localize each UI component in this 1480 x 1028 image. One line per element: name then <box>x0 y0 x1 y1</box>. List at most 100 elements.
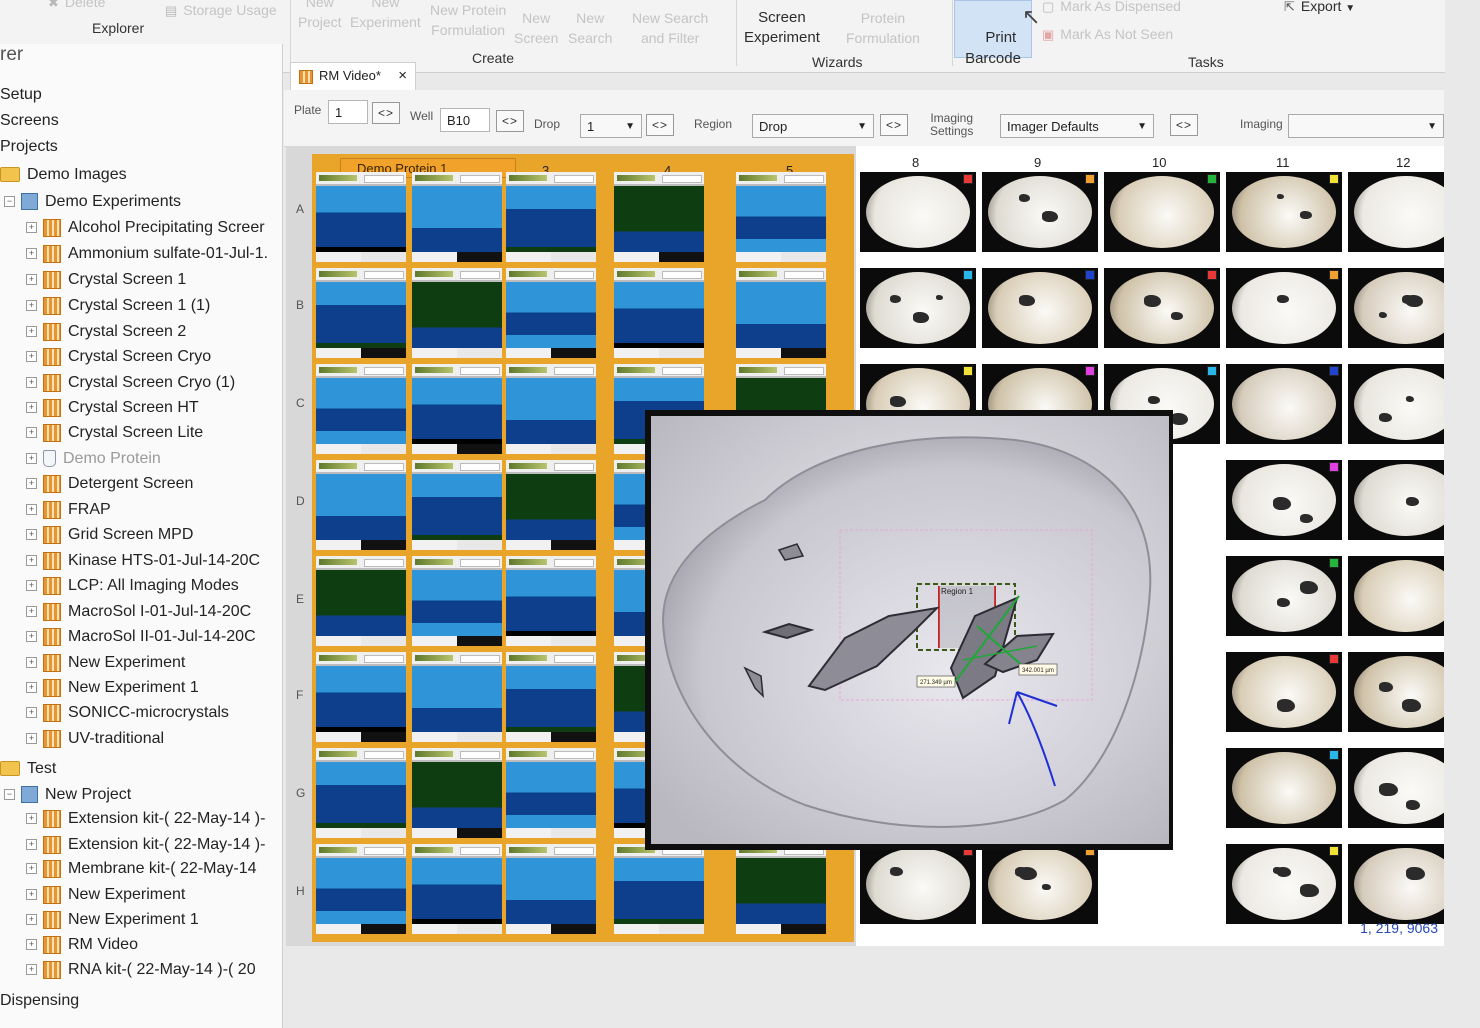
expand-toggle[interactable]: + <box>26 707 37 719</box>
tree-item-experiment[interactable]: + MacroSol II-01-Jul-14-20C <box>26 626 256 648</box>
mark-dispensed-button[interactable]: ▢ Mark As Dispensed <box>1042 0 1181 17</box>
expand-toggle[interactable]: + <box>26 402 37 414</box>
protein-formulation-button[interactable]: Protein Formulation <box>846 8 920 48</box>
expand-toggle[interactable]: + <box>26 504 37 516</box>
well-cell[interactable] <box>506 268 596 358</box>
drop-thumbnail[interactable] <box>1348 844 1444 924</box>
well-cell[interactable] <box>736 844 826 934</box>
imaging-select[interactable]: ▼ <box>1288 114 1444 138</box>
well-cell[interactable] <box>316 652 406 742</box>
well-cell[interactable] <box>316 172 406 262</box>
expand-toggle[interactable]: + <box>26 606 37 618</box>
tree-item-experiment[interactable]: + Grid Screen MPD <box>26 524 193 546</box>
tab-rm-video[interactable]: RM Video* × <box>290 62 416 91</box>
tree-item-protein[interactable]: + Demo Protein <box>26 448 161 470</box>
drop-thumbnail[interactable] <box>1348 556 1444 636</box>
expand-toggle[interactable]: + <box>26 813 37 825</box>
tree-item-test[interactable]: Test <box>0 758 56 780</box>
well-cell[interactable] <box>506 556 596 646</box>
expand-toggle[interactable]: + <box>26 631 37 643</box>
well-nav-buttons[interactable]: <> <box>496 110 524 132</box>
storage-usage-button[interactable]: ▤ Storage Usage <box>165 0 277 21</box>
region-nav-buttons[interactable]: <> <box>880 114 908 136</box>
new-protein-formulation-button[interactable]: New Protein Formulation <box>430 0 506 40</box>
expand-toggle[interactable]: + <box>26 863 37 875</box>
tree-item-experiment[interactable]: + Membrane kit-( 22-May-14 <box>26 858 257 880</box>
tree-item-experiment[interactable]: + FRAP <box>26 499 111 521</box>
tree-item-experiment[interactable]: + RNA kit-( 22-May-14 )-( 20 <box>26 959 256 981</box>
expand-toggle[interactable]: + <box>26 453 37 465</box>
expand-toggle[interactable]: + <box>26 657 37 669</box>
drop-thumbnail[interactable] <box>1226 364 1342 444</box>
well-cell[interactable] <box>506 652 596 742</box>
drop-thumbnail[interactable] <box>1348 652 1444 732</box>
tree-item-experiment[interactable]: + UV-traditional <box>26 728 164 750</box>
drop-thumbnail[interactable] <box>1226 460 1342 540</box>
drop-thumbnail[interactable] <box>1226 556 1342 636</box>
expand-toggle[interactable]: + <box>26 580 37 592</box>
close-icon[interactable]: × <box>398 63 407 89</box>
imaging-settings-select[interactable]: Imager Defaults ▼ <box>1000 114 1154 138</box>
well-cell[interactable] <box>506 364 596 454</box>
drop-thumbnail[interactable] <box>1104 172 1220 252</box>
tree-item-experiment[interactable]: + Crystal Screen Cryo (1) <box>26 372 235 394</box>
tree-item-experiment[interactable]: + Crystal Screen Lite <box>26 422 203 444</box>
tree-item-rm-video[interactable]: + RM Video <box>26 934 138 956</box>
drop-thumbnail[interactable] <box>982 172 1098 252</box>
tree-item-experiment[interactable]: + New Experiment <box>26 884 185 906</box>
well-cell[interactable] <box>506 172 596 262</box>
expand-toggle[interactable]: + <box>26 300 37 312</box>
expand-toggle[interactable]: + <box>26 326 37 338</box>
well-cell[interactable] <box>316 844 406 934</box>
expand-toggle[interactable]: + <box>26 427 37 439</box>
drop-thumbnail[interactable] <box>982 268 1098 348</box>
well-cell[interactable] <box>614 172 704 262</box>
region-select[interactable]: Drop ▼ <box>752 114 874 138</box>
well-cell[interactable] <box>412 172 502 262</box>
well-cell[interactable] <box>614 844 704 934</box>
well-cell[interactable] <box>614 268 704 358</box>
collapse-toggle[interactable]: − <box>4 196 15 208</box>
tree-item-demo-images[interactable]: Demo Images <box>0 164 127 186</box>
tree-item-experiment[interactable]: + New Experiment 1 <box>26 677 199 699</box>
expand-toggle[interactable]: + <box>26 274 37 286</box>
well-cell[interactable] <box>412 364 502 454</box>
tree-item-experiment[interactable]: + Crystal Screen Cryo <box>26 346 211 368</box>
tree-item-experiment[interactable]: + New Experiment <box>26 652 185 674</box>
delete-button[interactable]: ✖ Delete <box>48 0 105 13</box>
tree-item-experiment[interactable]: + Crystal Screen HT <box>26 397 199 419</box>
drop-thumbnail[interactable] <box>1348 172 1444 252</box>
new-experiment-button[interactable]: New Experiment <box>350 0 421 32</box>
drop-select[interactable]: 1 ▼ <box>580 114 642 138</box>
drop-thumbnail[interactable] <box>1226 172 1342 252</box>
expand-toggle[interactable]: + <box>26 889 37 901</box>
well-cell[interactable] <box>412 556 502 646</box>
tree-item-experiment[interactable]: + LCP: All Imaging Modes <box>26 575 239 597</box>
expand-toggle[interactable]: + <box>26 529 37 541</box>
tree-item-experiment[interactable]: + Ammonium sulfate-01-Jul-1. <box>26 243 268 265</box>
expand-toggle[interactable]: + <box>26 351 37 363</box>
well-cell[interactable] <box>506 460 596 550</box>
tree-item-setup[interactable]: Setup <box>0 84 42 106</box>
drop-thumbnail[interactable] <box>1348 364 1444 444</box>
tree-item-experiment[interactable]: + Extension kit-( 22-May-14 )- <box>26 834 265 856</box>
tree-item-experiment[interactable]: + Detergent Screen <box>26 473 193 495</box>
drop-thumbnail[interactable] <box>1226 748 1342 828</box>
expand-toggle[interactable]: + <box>26 914 37 926</box>
zoomed-drop-image[interactable]: Region 1 271.349 µm 342.001 µm <box>645 410 1173 850</box>
tree-item-demo-experiments[interactable]: − Demo Experiments <box>4 191 181 213</box>
expand-toggle[interactable]: + <box>26 555 37 567</box>
well-cell[interactable] <box>316 460 406 550</box>
tree-item-screens[interactable]: Screens <box>0 110 59 132</box>
tree-item-experiment[interactable]: + New Experiment 1 <box>26 909 199 931</box>
plate-input[interactable]: 1 <box>328 100 368 124</box>
tree-item-experiment[interactable]: + Crystal Screen 1 <box>26 269 186 291</box>
expand-toggle[interactable]: + <box>26 377 37 389</box>
expand-toggle[interactable]: + <box>26 248 37 260</box>
drop-thumbnail[interactable] <box>1226 652 1342 732</box>
drop-thumbnail[interactable] <box>860 172 976 252</box>
well-cell[interactable] <box>316 748 406 838</box>
collapse-toggle[interactable]: − <box>4 789 15 801</box>
drop-thumbnail[interactable] <box>1226 844 1342 924</box>
tree-item-experiment[interactable]: + MacroSol I-01-Jul-14-20C <box>26 601 251 623</box>
